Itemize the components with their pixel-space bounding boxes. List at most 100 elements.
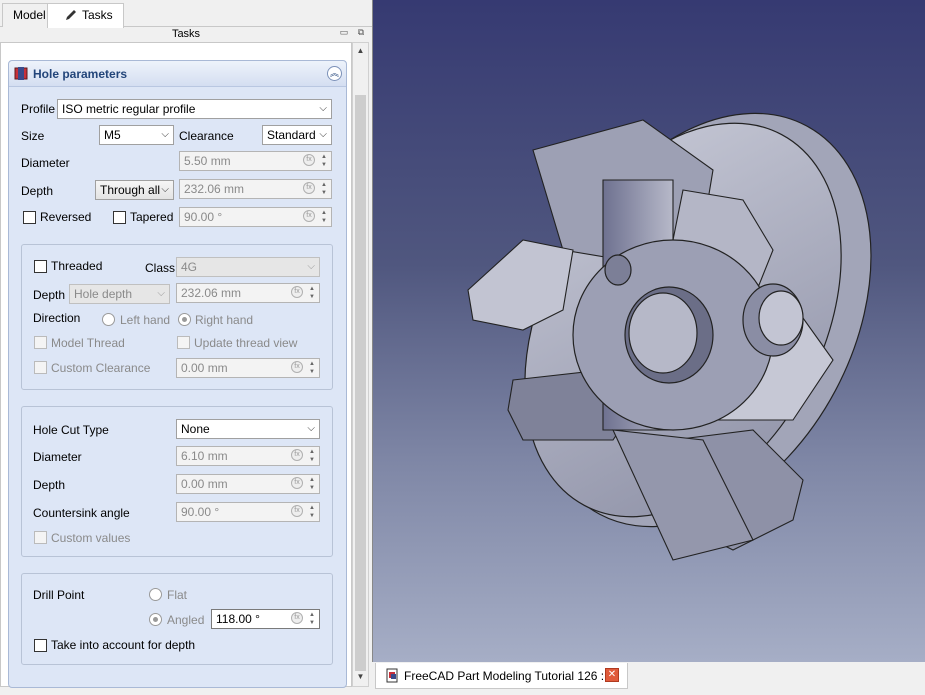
custom-clearance-checkbox[interactable] <box>34 361 47 374</box>
float-button[interactable]: ▭ <box>339 28 349 38</box>
depth-value: 232.06 mm <box>184 182 245 196</box>
expression-icon[interactable]: fx <box>303 210 315 222</box>
cut-diameter-label: Diameter <box>33 450 82 464</box>
angled-radio[interactable] <box>149 613 162 626</box>
cut-diameter-field[interactable]: 6.10 mm fx ▲ ▼ <box>176 446 320 466</box>
profile-select[interactable]: ISO metric regular profile ⌵ <box>57 99 332 119</box>
clearance-value: Standard <box>267 128 316 142</box>
thread-depth-type-select[interactable]: Hole depth ⌵ <box>69 284 170 304</box>
custom-clearance-field[interactable]: 0.00 mm fx ▲ ▼ <box>176 358 320 378</box>
spin-arrows[interactable]: ▲ ▼ <box>306 285 318 301</box>
right-hand-label: Right hand <box>195 313 254 327</box>
left-hand-radio[interactable] <box>102 313 115 326</box>
diameter-value: 5.50 mm <box>184 154 231 168</box>
tab-tasks-label: Tasks <box>82 8 113 22</box>
right-hand-radio[interactable] <box>178 313 191 326</box>
panel-title: Hole parameters <box>33 67 128 81</box>
spin-arrows[interactable]: ▲ ▼ <box>306 504 318 520</box>
thread-depth-field[interactable]: 232.06 mm fx ▲ ▼ <box>176 283 320 303</box>
depth-label: Depth <box>21 184 54 198</box>
update-thread-view-checkbox[interactable] <box>177 336 190 349</box>
reversed-label: Reversed <box>40 210 92 224</box>
taper-angle-value: 90.00 ° <box>184 210 223 224</box>
chevron-down-icon: ⌵ <box>161 129 169 140</box>
class-select[interactable]: 4G ⌵ <box>176 257 320 277</box>
chevron-down-icon: ⌵ <box>307 423 315 434</box>
angled-label: Angled <box>167 613 205 627</box>
document-tab[interactable]: FreeCAD Part Modeling Tutorial 126 : 1* … <box>375 663 628 689</box>
vertical-scrollbar[interactable]: ▲ ▼ <box>352 42 369 687</box>
flat-radio[interactable] <box>149 588 162 601</box>
reversed-checkbox[interactable] <box>23 211 36 224</box>
threaded-checkbox[interactable] <box>34 260 47 273</box>
tab-model-label: Model <box>13 8 46 22</box>
close-panel-button[interactable]: ⧉ <box>356 28 366 38</box>
collapse-icon[interactable]: ︽ <box>327 66 342 81</box>
panel-header: Hole parameters ︽ <box>9 61 346 87</box>
expression-icon[interactable]: fx <box>291 361 303 373</box>
custom-values-checkbox[interactable] <box>34 531 47 544</box>
depth-type-select[interactable]: Through all ⌵ <box>95 180 174 200</box>
taper-angle-field[interactable]: 90.00 ° fx ▲ ▼ <box>179 207 332 227</box>
document-tab-label: FreeCAD Part Modeling Tutorial 126 : 1* <box>404 669 619 683</box>
account-depth-checkbox[interactable] <box>34 639 47 652</box>
scroll-thumb[interactable] <box>355 95 366 671</box>
tab-tasks[interactable]: Tasks <box>47 3 124 28</box>
tapered-checkbox[interactable] <box>113 211 126 224</box>
spin-arrows[interactable]: ▲ ▼ <box>318 153 330 169</box>
profile-label: Profile <box>21 102 56 116</box>
combo-view: Model Tasks Tasks ▭ ⧉ ▲ ▼ Hole parameter… <box>0 0 372 695</box>
clearance-select[interactable]: Standard ⌵ <box>262 125 332 145</box>
hole-cut-type-label: Hole Cut Type <box>33 423 109 437</box>
thread-depth-label: Depth <box>33 288 66 302</box>
hole-cut-type-value: None <box>181 422 210 436</box>
spin-arrows[interactable]: ▲ ▼ <box>306 360 318 376</box>
chevron-down-icon: ⌵ <box>157 288 165 299</box>
cut-depth-field[interactable]: 0.00 mm fx ▲ ▼ <box>176 474 320 494</box>
expression-icon[interactable]: fx <box>291 505 303 517</box>
countersink-angle-field[interactable]: 90.00 ° fx ▲ ▼ <box>176 502 320 522</box>
chevron-down-icon: ⌵ <box>319 103 327 114</box>
expression-icon[interactable]: fx <box>291 449 303 461</box>
clearance-label: Clearance <box>179 129 234 143</box>
class-value: 4G <box>181 260 198 274</box>
combo-tabbar: Model Tasks <box>0 0 372 28</box>
model-thread-checkbox[interactable] <box>34 336 47 349</box>
expression-icon[interactable]: fx <box>303 182 315 194</box>
drill-angle-value: 118.00 ° <box>216 612 260 626</box>
profile-value: ISO metric regular profile <box>62 102 196 116</box>
spin-arrows[interactable]: ▲ ▼ <box>318 209 330 225</box>
spin-arrows[interactable]: ▲ ▼ <box>318 181 330 197</box>
drill-angle-field[interactable]: 118.00 ° fx ▲ ▼ <box>211 609 320 629</box>
scroll-down-arrow[interactable]: ▼ <box>353 670 368 684</box>
chevron-down-icon: ⌵ <box>319 129 327 140</box>
custom-clearance-label: Custom Clearance <box>51 361 151 375</box>
depth-type-value: Through all <box>100 183 161 197</box>
diameter-field[interactable]: 5.50 mm fx ▲ ▼ <box>179 151 332 171</box>
freecad-icon <box>386 668 398 683</box>
3d-viewport[interactable] <box>372 0 925 662</box>
countersink-angle-label: Countersink angle <box>33 506 130 520</box>
account-depth-label: Take into account for depth <box>51 638 196 652</box>
expression-icon[interactable]: fx <box>303 154 315 166</box>
class-label: Class <box>145 261 176 275</box>
threaded-label: Threaded <box>51 259 103 273</box>
spin-arrows[interactable]: ▲ ▼ <box>306 476 318 492</box>
depth-field[interactable]: 232.06 mm fx ▲ ▼ <box>179 179 332 199</box>
expression-icon[interactable]: fx <box>291 612 303 624</box>
scroll-up-arrow[interactable]: ▲ <box>353 44 368 58</box>
thread-depth-type-value: Hole depth <box>74 287 133 301</box>
expression-icon[interactable]: fx <box>291 477 303 489</box>
close-icon[interactable]: ✕ <box>605 668 619 682</box>
hole-cut-type-select[interactable]: None ⌵ <box>176 419 320 439</box>
hole-feature-icon <box>14 67 28 80</box>
direction-label: Direction <box>33 311 81 325</box>
update-thread-view-label: Update thread view <box>194 336 298 350</box>
spin-arrows[interactable]: ▲ ▼ <box>306 448 318 464</box>
countersink-angle-value: 90.00 ° <box>181 505 220 519</box>
flat-label: Flat <box>167 588 188 602</box>
expression-icon[interactable]: fx <box>291 286 303 298</box>
spin-arrows[interactable]: ▲ ▼ <box>306 611 318 627</box>
size-select[interactable]: M5 ⌵ <box>99 125 174 145</box>
size-value: M5 <box>104 128 121 142</box>
